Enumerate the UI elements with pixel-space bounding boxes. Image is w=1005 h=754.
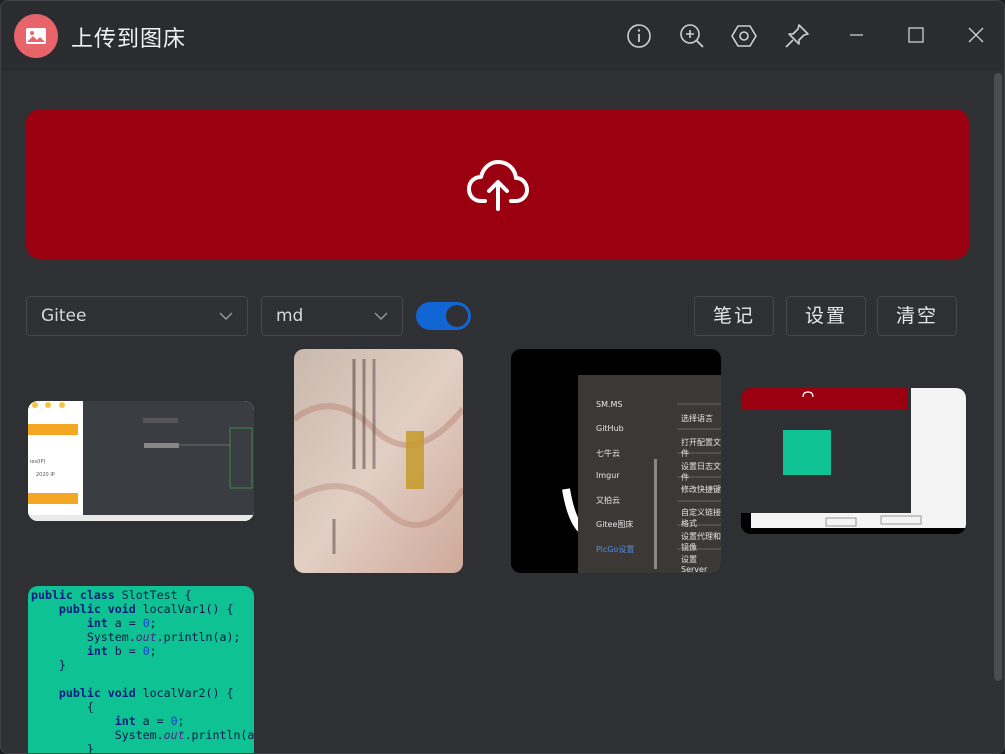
menu-item: GitHub	[596, 424, 624, 433]
image-thumbnail[interactable]	[741, 388, 966, 534]
menu-item: 又拍云	[596, 496, 620, 505]
maximize-icon[interactable]	[904, 23, 928, 47]
settings-hex-icon[interactable]	[731, 23, 757, 49]
picbed-select-value: Gitee	[41, 306, 87, 326]
close-icon[interactable]	[964, 23, 988, 47]
info-icon[interactable]	[626, 23, 652, 49]
menu-item: 打开配置文件	[681, 438, 721, 458]
menu-item: 设置Server	[681, 555, 708, 573]
menu-item: Imgur	[596, 471, 620, 480]
app-logo	[14, 14, 58, 58]
menu-item: 修改快捷键	[681, 485, 721, 494]
thumbnail-certificate-photo	[294, 349, 463, 573]
image-thumbnail[interactable]: ies(IP) 2020 IP	[28, 401, 254, 521]
toggle-knob	[446, 305, 468, 327]
picbed-select[interactable]: Gitee	[26, 296, 248, 336]
image-icon	[26, 28, 46, 44]
menu-item: 选择语言	[681, 414, 713, 423]
zoom-in-icon[interactable]	[679, 23, 705, 49]
svg-text:2020 IP: 2020 IP	[36, 472, 55, 478]
title-bar[interactable]: 上传到图床	[1, 1, 1004, 71]
app-title: 上传到图床	[71, 27, 187, 52]
settings-button[interactable]: 设置	[786, 296, 866, 336]
cloud-upload-icon	[467, 160, 529, 211]
menu-item: SM.MS	[596, 400, 623, 409]
format-select[interactable]: md	[261, 296, 403, 336]
menu-item: Gitee图床	[596, 520, 634, 529]
format-select-value: md	[276, 306, 304, 326]
image-thumbnail[interactable]	[294, 349, 463, 573]
vertical-scrollbar[interactable]	[994, 73, 1002, 681]
url-toggle-switch[interactable]	[416, 302, 471, 330]
svg-text:ies(IP): ies(IP)	[30, 459, 46, 465]
menu-item: 七牛云	[596, 449, 620, 458]
clear-button[interactable]: 清空	[877, 296, 957, 336]
chevron-down-icon	[219, 312, 233, 320]
image-thumbnail[interactable]: SM.MS GitHub 七牛云 Imgur 又拍云 Gitee图床 PicGo…	[511, 349, 721, 573]
menu-item: 设置代理和镜像	[681, 532, 721, 552]
upload-drop-area[interactable]	[26, 109, 969, 259]
thumbnail-screenshot-4	[741, 388, 966, 534]
app-window: 上传到图床 Gitee md 笔记 设置 清空 ies(IP) 2020 IP …	[0, 0, 1005, 754]
image-thumbnail[interactable]: public class SlotTest { public void loca…	[28, 586, 254, 754]
menu-item: PicGo设置	[596, 545, 635, 554]
minimize-icon[interactable]	[844, 23, 868, 47]
menu-item: 设置日志文件	[681, 462, 721, 482]
chevron-down-icon	[374, 312, 388, 320]
code-snippet: public class SlotTest { public void loca…	[31, 588, 254, 754]
thumbnail-screenshot-1: ies(IP) 2020 IP	[28, 401, 254, 521]
notes-button[interactable]: 笔记	[694, 296, 774, 336]
menu-item: 自定义链接格式	[681, 508, 721, 528]
pin-icon[interactable]	[784, 23, 810, 49]
